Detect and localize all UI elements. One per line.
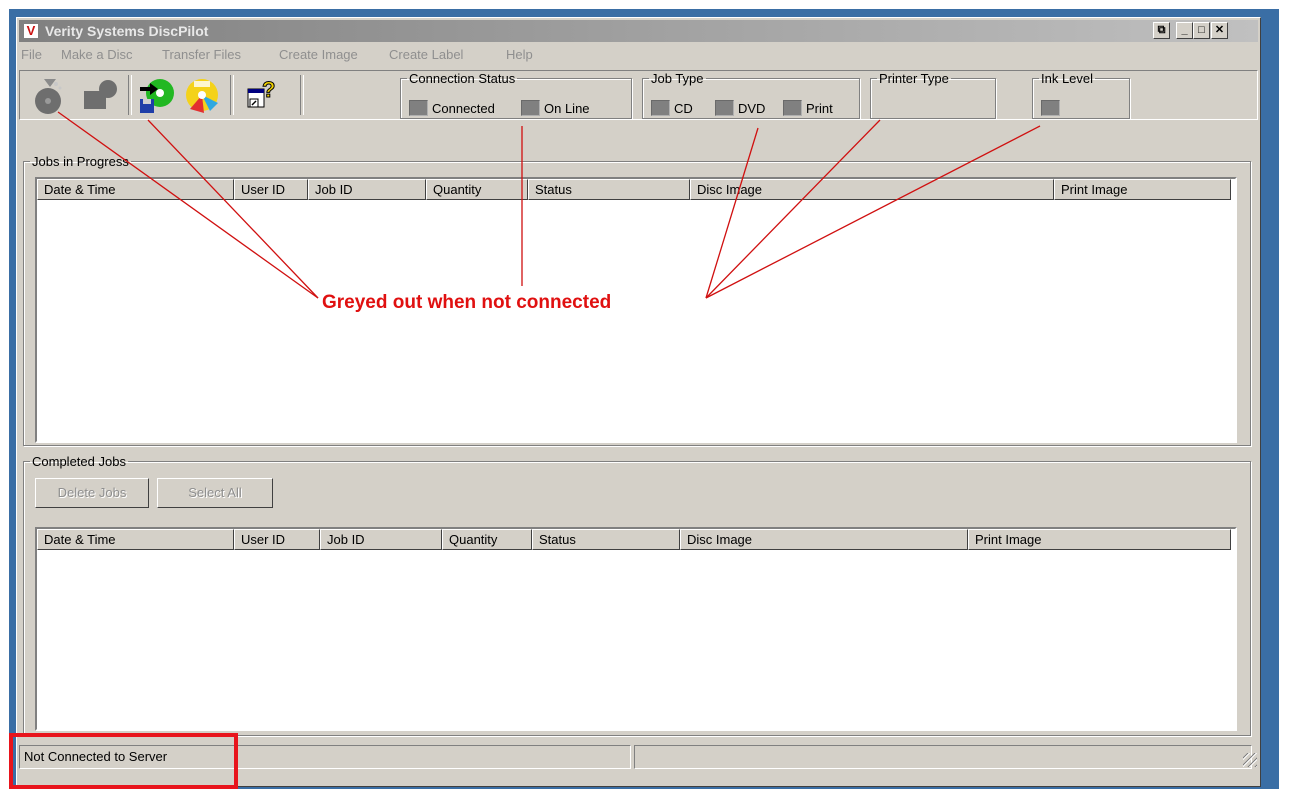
column-header-print-image[interactable]: Print Image [968,529,1231,550]
column-header-job-id[interactable]: Job ID [308,179,426,200]
ink-level-indicator [1041,100,1064,116]
connection-status-legend: Connection Status [409,71,516,86]
menu-transfer-files[interactable]: Transfer Files [162,47,241,62]
disc-tray-icon[interactable] [80,75,120,115]
column-header-user-id[interactable]: User ID [234,529,320,550]
print-label: Print [806,100,833,116]
column-header-date-time[interactable]: Date & Time [37,179,234,200]
job-type-group: Job Type CD DVD Print [642,71,860,119]
menu-create-image[interactable]: Create Image [279,47,358,62]
column-header-disc-image[interactable]: Disc Image [690,179,1054,200]
cd-indicator: CD [651,100,693,116]
resize-grip-icon[interactable] [1243,753,1257,767]
svg-text:?: ? [262,77,275,102]
cd-label: CD [674,100,693,116]
job-type-legend: Job Type [651,71,704,86]
print-led [783,100,802,116]
annotation-label: Greyed out when not connected [322,292,612,313]
connected-indicator: Connected [409,100,495,116]
completed-jobs-legend: Completed Jobs [32,454,126,469]
online-label: On Line [544,100,590,116]
create-image-icon[interactable] [182,75,222,115]
connected-label: Connected [432,100,495,116]
cd-led [651,100,670,116]
select-all-button[interactable]: Select All [157,478,273,508]
online-led [521,100,540,116]
toolbar-separator [300,75,304,115]
online-indicator: On Line [521,100,590,116]
window-title: Verity Systems DiscPilot [45,23,209,39]
ink-level-group: Ink Level [1032,71,1130,119]
column-header-status[interactable]: Status [528,179,690,200]
column-header-date-time[interactable]: Date & Time [37,529,234,550]
transfer-files-icon[interactable] [136,75,176,115]
toolbar: ? Connection Status Connected On Line Jo… [19,70,1258,120]
close-icon[interactable]: ✕ [1211,22,1228,39]
dvd-label: DVD [738,100,766,116]
column-header-disc-image[interactable]: Disc Image [680,529,968,550]
connected-led [409,100,428,116]
ink-level-led [1041,100,1060,116]
jobs-in-progress-legend: Jobs in Progress [32,154,129,169]
column-header-status[interactable]: Status [532,529,680,550]
menu-help[interactable]: Help [506,47,533,62]
menu-bar: File Make a Disc Transfer Files Create I… [19,44,1258,66]
dvd-indicator: DVD [715,100,765,116]
minimize-icon[interactable]: _ [1176,22,1193,39]
connection-status-group: Connection Status Connected On Line [400,71,632,119]
status-highlight-box [9,733,238,789]
jobs-in-progress-list[interactable]: Date & Time User ID Job ID Quantity Stat… [35,177,1237,443]
ink-level-legend: Ink Level [1041,71,1094,86]
column-header-print-image[interactable]: Print Image [1054,179,1231,200]
dvd-led [715,100,734,116]
status-secondary-panel [634,745,1252,769]
print-indicator: Print [783,100,833,116]
disc-eject-icon[interactable] [30,75,70,115]
column-header-quantity[interactable]: Quantity [442,529,532,550]
toolbar-separator [128,75,132,115]
toolbar-separator [230,75,234,115]
app-logo-icon: V [23,23,39,39]
help-icon[interactable]: ? [244,75,284,115]
menu-create-label[interactable]: Create Label [389,47,463,62]
completed-jobs-list[interactable]: Date & Time User ID Job ID Quantity Stat… [35,527,1237,731]
maximize-icon[interactable]: □ [1193,22,1210,39]
column-header-user-id[interactable]: User ID [234,179,308,200]
menu-make-a-disc[interactable]: Make a Disc [61,47,133,62]
app-window: V Verity Systems DiscPilot ⧉ _ □ ✕ File … [16,17,1261,787]
menu-file[interactable]: File [21,47,42,62]
title-bar[interactable]: V Verity Systems DiscPilot ⧉ _ □ ✕ [19,20,1258,42]
column-header-quantity[interactable]: Quantity [426,179,528,200]
delete-jobs-button[interactable]: Delete Jobs [35,478,149,508]
restore-down-icon[interactable]: ⧉ [1153,22,1170,39]
column-header-job-id[interactable]: Job ID [320,529,442,550]
printer-type-group: Printer Type [870,71,996,119]
printer-type-legend: Printer Type [879,71,949,86]
